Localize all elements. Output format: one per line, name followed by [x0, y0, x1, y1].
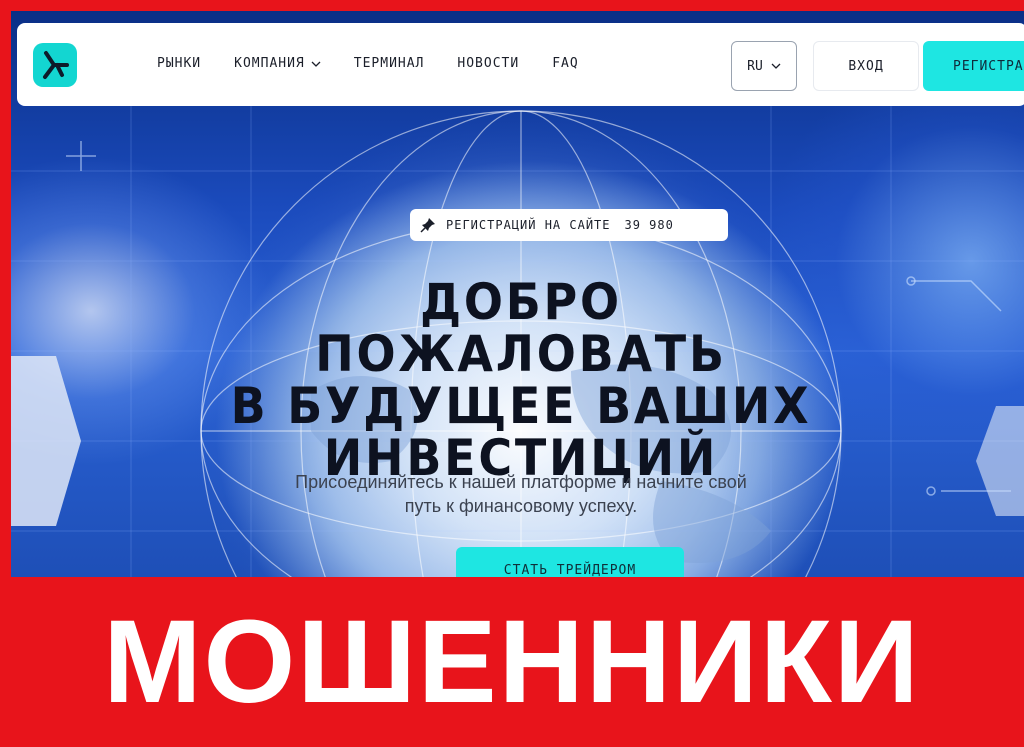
nav-item-markets[interactable]: РЫНКИ	[157, 56, 201, 71]
banner-text: МОШЕННИКИ	[103, 596, 921, 728]
hero-subtitle: Присоединяйтесь к нашей платформе и начн…	[261, 470, 781, 518]
scam-warning-banner: МОШЕННИКИ	[0, 577, 1024, 747]
nav-item-label: КОМПАНИЯ	[234, 56, 305, 71]
badge-label: РЕГИСТРАЦИЙ НА САЙТЕ	[446, 218, 611, 232]
chevron-down-icon	[771, 63, 781, 69]
register-button-label: РЕГИСТРАЦИЯ	[953, 58, 1024, 74]
website-screenshot: РЫНКИ КОМПАНИЯ ТЕРМИНАЛ НОВОСТИ FAQ RU В…	[11, 11, 1024, 577]
cta-label: СТАТЬ ТРЕЙДЕРОМ	[503, 563, 637, 577]
hero-subtitle-line: путь к финансовому успеху.	[404, 496, 638, 516]
registrations-badge: РЕГИСТРАЦИЙ НА САЙТЕ 39 980	[410, 209, 728, 241]
pin-icon	[420, 218, 435, 233]
nav-item-faq[interactable]: FAQ	[552, 56, 578, 71]
brand-logo-icon[interactable]	[33, 43, 77, 87]
become-trader-button[interactable]: СТАТЬ ТРЕЙДЕРОМ	[456, 547, 684, 577]
nav-item-label: ТЕРМИНАЛ	[353, 56, 425, 71]
site-header: РЫНКИ КОМПАНИЯ ТЕРМИНАЛ НОВОСТИ FAQ RU В…	[17, 23, 1024, 106]
chevron-down-icon	[311, 61, 321, 67]
language-value: RU	[747, 58, 763, 74]
nav-item-label: НОВОСТИ	[457, 56, 520, 71]
language-select[interactable]: RU	[731, 41, 797, 91]
main-nav: РЫНКИ КОМПАНИЯ ТЕРМИНАЛ НОВОСТИ FAQ	[157, 56, 612, 71]
nav-item-label: FAQ	[552, 56, 579, 71]
hero-title: ДОБРО ПОЖАЛОВАТЬ В БУДУЩЕЕ ВАШИХ ИНВЕСТИ…	[208, 276, 834, 484]
nav-item-news[interactable]: НОВОСТИ	[457, 56, 519, 71]
login-button[interactable]: ВХОД	[813, 41, 919, 91]
register-button[interactable]: РЕГИСТРАЦИЯ	[923, 41, 1024, 91]
login-button-label: ВХОД	[848, 58, 884, 74]
hero-title-line: В БУДУЩЕЕ ВАШИХ	[230, 377, 812, 435]
hero-subtitle-line: Присоединяйтесь к нашей платформе и начн…	[295, 472, 747, 492]
nav-item-label: РЫНКИ	[157, 56, 202, 71]
hero-title-line: ДОБРО ПОЖАЛОВАТЬ	[315, 273, 727, 383]
nav-item-company[interactable]: КОМПАНИЯ	[234, 56, 321, 71]
badge-count: 39 980	[624, 218, 674, 232]
warning-frame: РЫНКИ КОМПАНИЯ ТЕРМИНАЛ НОВОСТИ FAQ RU В…	[0, 0, 1024, 747]
nav-item-terminal[interactable]: ТЕРМИНАЛ	[354, 56, 425, 71]
